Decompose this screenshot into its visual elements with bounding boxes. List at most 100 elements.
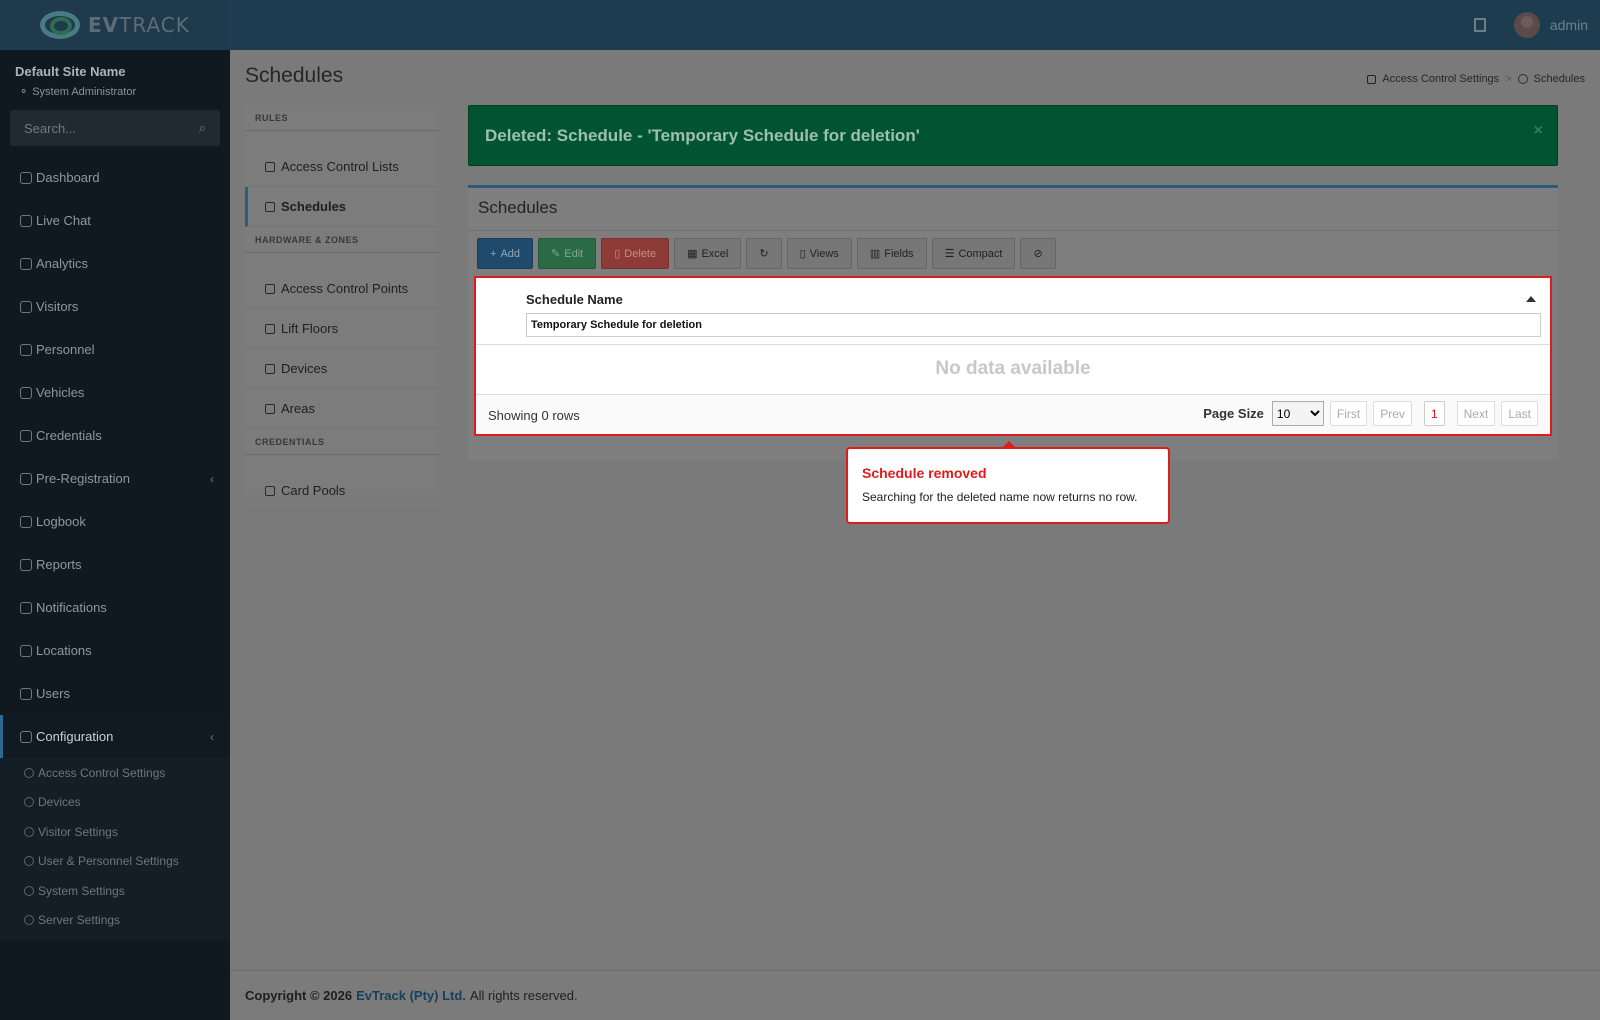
- box-title: Schedules: [478, 198, 558, 217]
- current-page-button[interactable]: 1: [1423, 401, 1445, 426]
- swap-icon: [20, 472, 32, 485]
- page-size-select[interactable]: 10: [1271, 401, 1324, 426]
- grid-footer: Showing 0 rows Page Size 10 First Prev 1…: [476, 395, 1550, 434]
- add-button[interactable]: + Add: [477, 238, 534, 269]
- rules-panel: RULES Access Control Lists Schedules HAR…: [245, 105, 439, 511]
- last-page-button[interactable]: Last: [1501, 401, 1538, 426]
- sidebar-nav: Dashboard Live Chat Analytics Visitors P…: [0, 156, 230, 939]
- company-link[interactable]: EvTrack (Pty) Ltd.: [356, 988, 466, 1003]
- chart-icon: [20, 558, 32, 571]
- empty-message: No data available: [935, 358, 1091, 379]
- users-icon: [265, 403, 275, 414]
- page-footer: Copyright © 2026 EvTrack (Pty) Ltd. All …: [230, 970, 1600, 1020]
- sidebar-item-pre-registration[interactable]: Pre-Registration ‹: [0, 457, 230, 500]
- configuration-submenu: Access Control Settings Devices Visitor …: [0, 758, 230, 939]
- prev-page-button[interactable]: Prev: [1373, 401, 1412, 426]
- sidebar-item-credentials[interactable]: Credentials: [0, 414, 230, 457]
- refresh-button[interactable]: ↻: [746, 238, 782, 269]
- eye-icon: [20, 300, 32, 313]
- sidebar: Default Site Name ⚬ System Administrator …: [0, 50, 230, 1020]
- sidebar-item-users[interactable]: Users: [0, 672, 230, 715]
- map-icon: [20, 644, 32, 657]
- brand-logo[interactable]: EVTRACK: [0, 0, 230, 50]
- panel-item-access-control-lists[interactable]: Access Control Lists: [245, 147, 439, 187]
- schedules-grid: Schedule Name No data available Showing …: [474, 276, 1552, 436]
- column-header-schedule-name[interactable]: Schedule Name: [526, 292, 623, 307]
- gear-icon: [24, 797, 34, 808]
- subnav-visitor-settings[interactable]: Visitor Settings: [0, 817, 230, 847]
- panel-item-areas[interactable]: Areas: [245, 389, 439, 429]
- page-title: Schedules: [245, 64, 344, 87]
- edit-button[interactable]: ✎ Edit: [538, 238, 597, 269]
- breadcrumb: Access Control Settings > Schedules: [1367, 73, 1585, 85]
- sidebar-item-notifications[interactable]: Notifications: [0, 586, 230, 629]
- user-name[interactable]: admin: [1550, 17, 1588, 33]
- sidebar-item-live-chat[interactable]: Live Chat: [0, 199, 230, 242]
- clear-filter-button[interactable]: ⊘: [1020, 238, 1056, 269]
- panel-item-access-control-points[interactable]: Access Control Points: [245, 269, 439, 309]
- sidebar-item-configuration[interactable]: Configuration ‹: [0, 715, 230, 758]
- dashboard-icon: [20, 171, 32, 184]
- message-icon: [20, 601, 32, 614]
- panel-item-card-pools[interactable]: Card Pools: [245, 471, 439, 511]
- sidebar-item-personnel[interactable]: Personnel: [0, 328, 230, 371]
- subnav-server-settings[interactable]: Server Settings: [0, 906, 230, 936]
- refresh-icon: ↻: [759, 248, 769, 260]
- pager: Page Size 10 First Prev 1 Next Last: [1203, 401, 1538, 426]
- chevron-left-icon: ‹: [210, 729, 214, 744]
- panel-item-devices[interactable]: Devices: [245, 349, 439, 389]
- card-icon: [265, 485, 275, 496]
- book-icon[interactable]: [1473, 18, 1486, 32]
- id-card-icon: [20, 429, 32, 442]
- first-page-button[interactable]: First: [1329, 401, 1368, 426]
- sidebar-item-reports[interactable]: Reports: [0, 543, 230, 586]
- breadcrumb-link[interactable]: Access Control Settings: [1382, 73, 1499, 85]
- delete-button[interactable]: ▯ Delete: [601, 238, 670, 269]
- subnav-system-settings[interactable]: System Settings: [0, 876, 230, 906]
- clock-icon: [265, 201, 275, 212]
- sidebar-item-analytics[interactable]: Analytics: [0, 242, 230, 285]
- next-page-button[interactable]: Next: [1456, 401, 1496, 426]
- sidebar-item-logbook[interactable]: Logbook: [0, 500, 230, 543]
- avatar[interactable]: [1513, 12, 1540, 38]
- person-icon: ⚬: [19, 86, 29, 98]
- page-size-label: Page Size: [1203, 406, 1264, 421]
- close-icon[interactable]: ×: [1534, 122, 1543, 140]
- lock-icon: [1367, 74, 1377, 84]
- user-gear-icon: [24, 856, 34, 867]
- grid-toolbar: + Add ✎ Edit ▯ Delete ▦ Excel ↻ ▯ Views ▥ Fiel…: [477, 238, 1056, 269]
- sidebar-item-visitors[interactable]: Visitors: [0, 285, 230, 328]
- compact-button[interactable]: ☰ Compact: [931, 238, 1016, 269]
- panel-item-schedules[interactable]: Schedules: [245, 187, 439, 227]
- table-icon: ▦: [687, 248, 698, 260]
- clock-icon: [1517, 74, 1528, 84]
- views-button[interactable]: ▯ Views: [786, 238, 852, 269]
- sidebar-item-vehicles[interactable]: Vehicles: [0, 371, 230, 414]
- top-header: EVTRACK admin: [0, 0, 1600, 50]
- fields-button[interactable]: ▥ Fields: [856, 238, 927, 269]
- sidebar-search-input[interactable]: Search... ⌕: [10, 110, 220, 146]
- subnav-access-control-settings[interactable]: Access Control Settings: [0, 758, 230, 788]
- alert-message: Deleted: Schedule - 'Temporary Schedule …: [485, 125, 920, 145]
- list-icon: [265, 161, 275, 172]
- sort-asc-icon[interactable]: [1526, 296, 1536, 302]
- section-heading-rules: RULES: [245, 105, 439, 131]
- section-heading-credentials: CREDENTIALS: [245, 429, 439, 455]
- search-icon[interactable]: ⌕: [199, 120, 206, 136]
- schedule-name-filter-input[interactable]: [526, 313, 1541, 337]
- headset-icon: [20, 214, 32, 227]
- sidebar-item-locations[interactable]: Locations: [0, 629, 230, 672]
- subnav-user-personnel-settings[interactable]: User & Personnel Settings: [0, 847, 230, 877]
- sidebar-item-dashboard[interactable]: Dashboard: [0, 156, 230, 199]
- server-icon: [24, 915, 34, 926]
- breadcrumb-separator: >: [1505, 73, 1512, 85]
- site-name: Default Site Name: [15, 64, 126, 79]
- success-alert: Deleted: Schedule - 'Temporary Schedule …: [468, 105, 1558, 166]
- elevator-icon: [265, 323, 275, 334]
- panel-item-lift-floors[interactable]: Lift Floors: [245, 309, 439, 349]
- excel-button[interactable]: ▦ Excel: [674, 238, 742, 269]
- subnav-devices[interactable]: Devices: [0, 788, 230, 818]
- plus-icon: +: [490, 247, 497, 260]
- person-icon: [20, 343, 32, 356]
- rights-text: All rights reserved.: [469, 988, 578, 1003]
